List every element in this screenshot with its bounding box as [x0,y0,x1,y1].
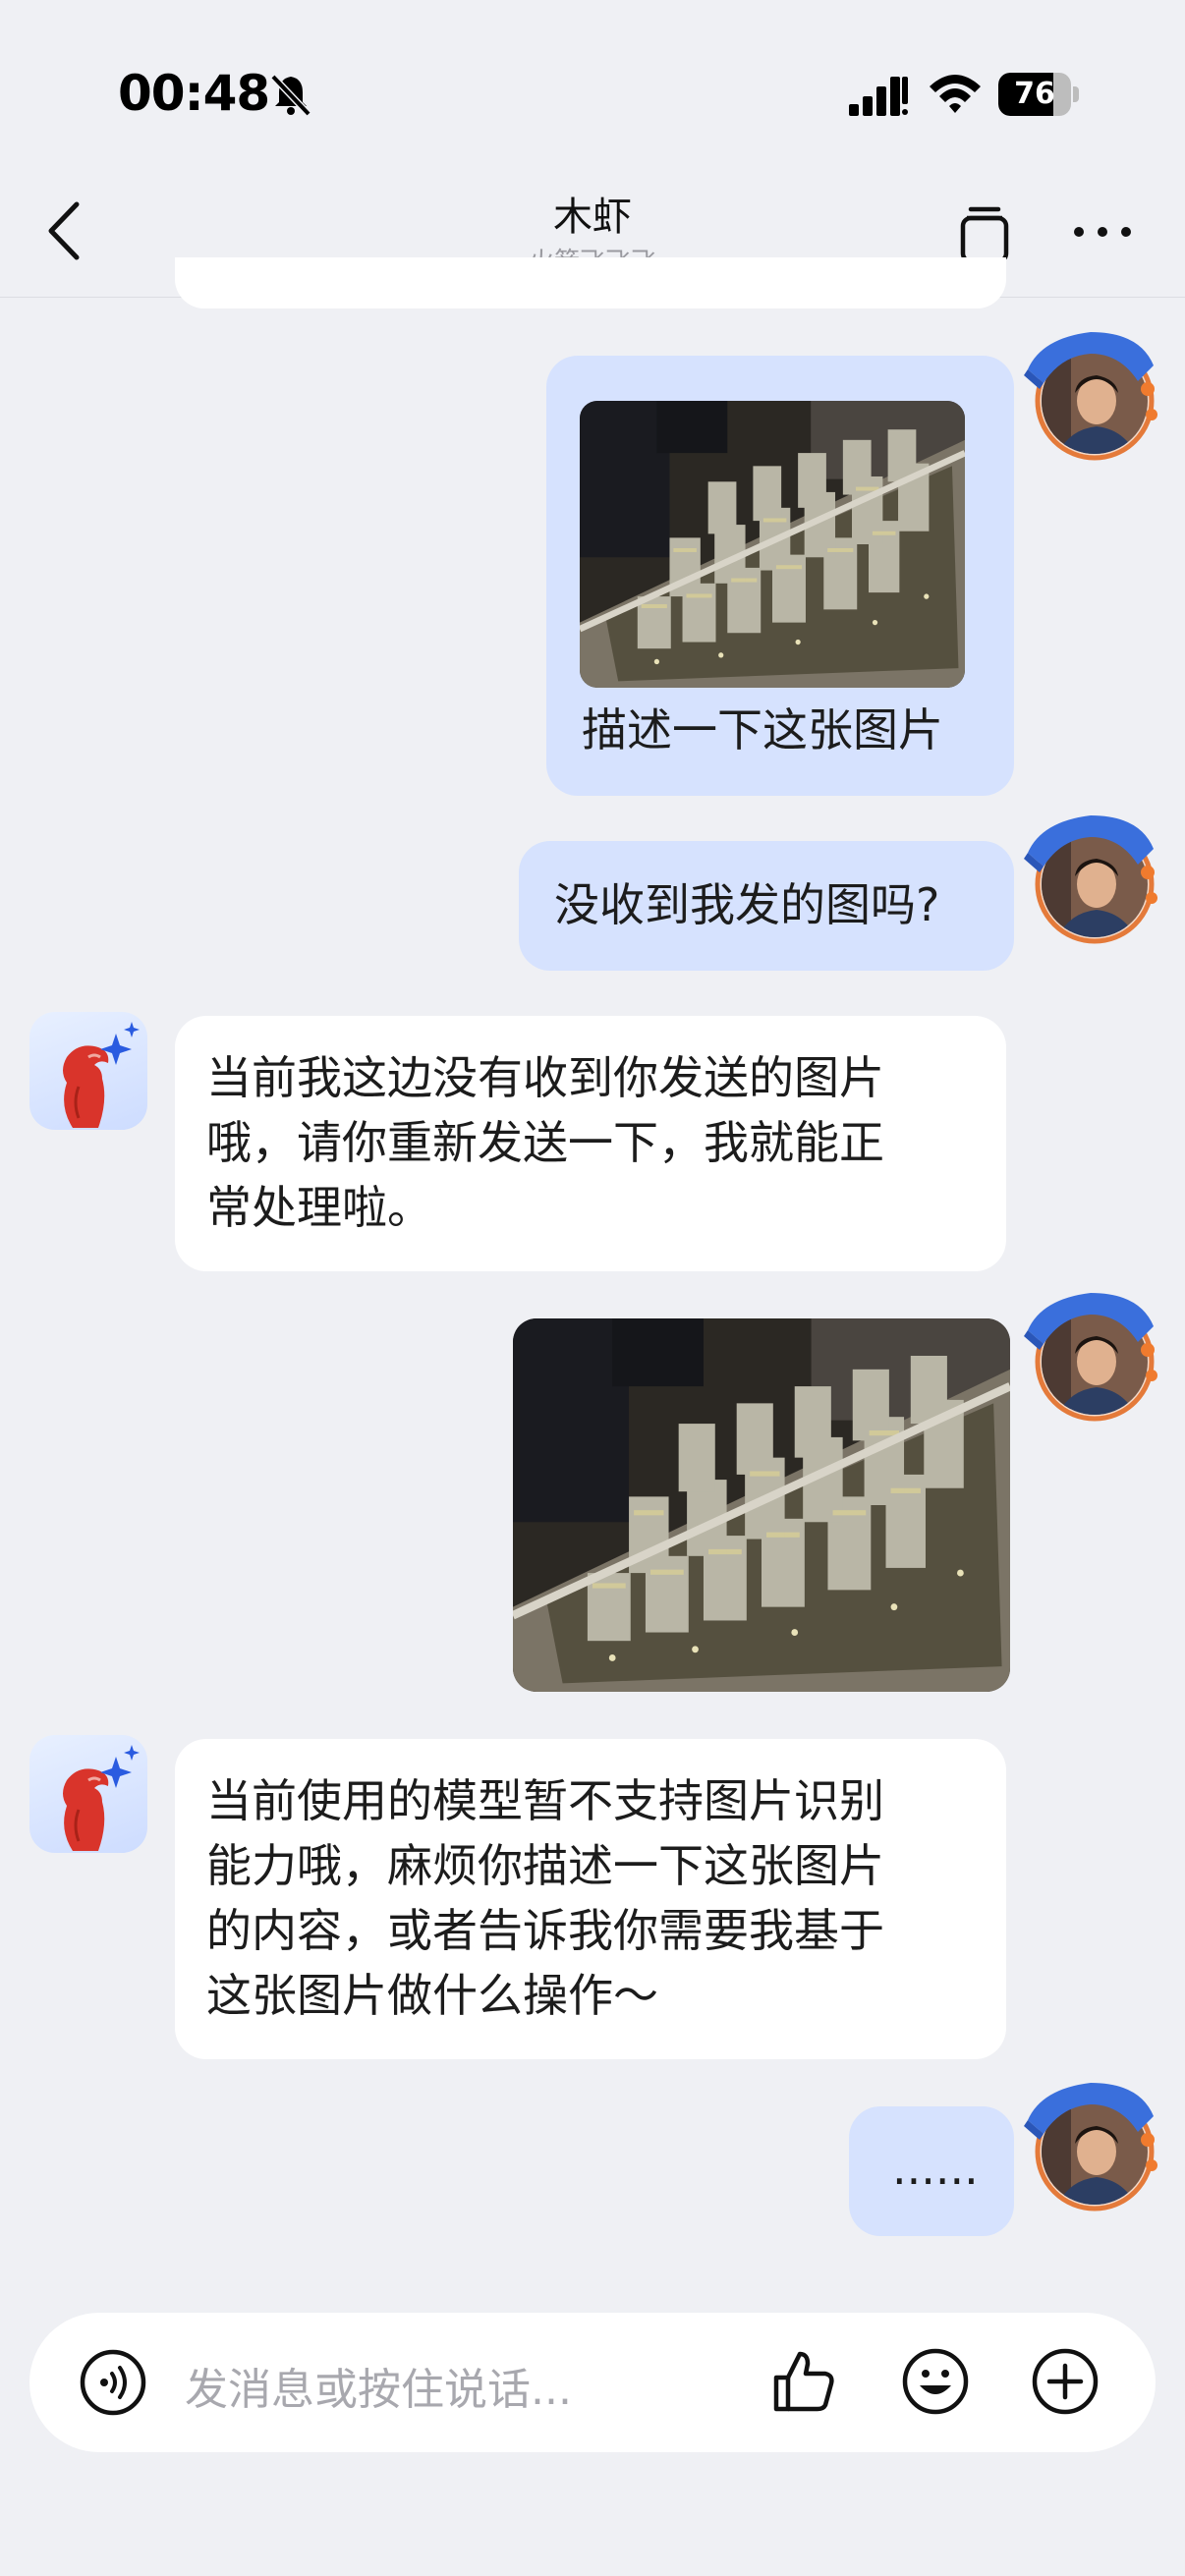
status-time: 00:48 [118,65,270,122]
bot-message-bubble[interactable]: 当前使用的模型暂不支持图片识别 能力哦，麻烦你描述一下这张图片 的内容，或者告诉… [175,1739,1006,2059]
emoji-icon[interactable] [900,2346,971,2417]
battery-level: 76 [1014,77,1055,111]
message-bubble-text[interactable]: ...... [849,2106,1014,2236]
building-model-photo[interactable] [513,1318,1010,1692]
battery-icon: 76 [998,73,1079,116]
message-text: 描述一下这张图片 [582,703,943,756]
message-text: ...... [892,2142,979,2195]
building-model-photo[interactable] [580,401,965,688]
more-icon[interactable] [1071,222,1134,242]
message-input-bar[interactable]: 发消息或按住说话... [29,2313,1156,2452]
user-avatar[interactable] [1022,2075,1159,2222]
message-line: 的内容，或者告诉我你需要我基于 [206,1904,884,1957]
message-line: 哦，请你重新发送一下，我就能正 [206,1116,884,1169]
voice-icon[interactable] [79,2348,147,2417]
bot-message-bubble[interactable]: 当前我这边没有收到你发送的图片 哦，请你重新发送一下，我就能正 常处理啦。 [175,1016,1006,1271]
bot-avatar[interactable] [29,1735,147,1853]
message-line: 当前我这边没有收到你发送的图片 [206,1051,884,1104]
signal-icon [849,77,908,116]
message-line: 这张图片做什么操作～ [206,1969,658,2022]
mascot-icon [29,1735,147,1853]
user-avatar[interactable] [1022,1285,1159,1432]
status-bar: 00:48 76 [0,0,1185,167]
message-text: 没收到我发的图吗? [554,878,940,931]
message-bubble-image-text[interactable]: 描述一下这张图片 [546,356,1014,796]
user-avatar[interactable] [1022,324,1159,472]
message-input[interactable]: 发消息或按住说话... [185,2354,572,2417]
message-line: 当前使用的模型暂不支持图片识别 [206,1774,884,1827]
bell-muted-icon [270,74,311,117]
mascot-icon [29,1012,147,1130]
message-line: 常处理啦。 [206,1181,432,1234]
wifi-icon [930,75,981,113]
message-line: 能力哦，麻烦你描述一下这张图片 [206,1839,884,1892]
plus-icon[interactable] [1030,2346,1100,2417]
bot-avatar[interactable] [29,1012,147,1130]
previous-message-bubble [175,257,1006,308]
user-avatar[interactable] [1022,808,1159,955]
thumbs-up-icon[interactable] [768,2346,839,2417]
message-bubble-text[interactable]: 没收到我发的图吗? [519,841,1014,971]
